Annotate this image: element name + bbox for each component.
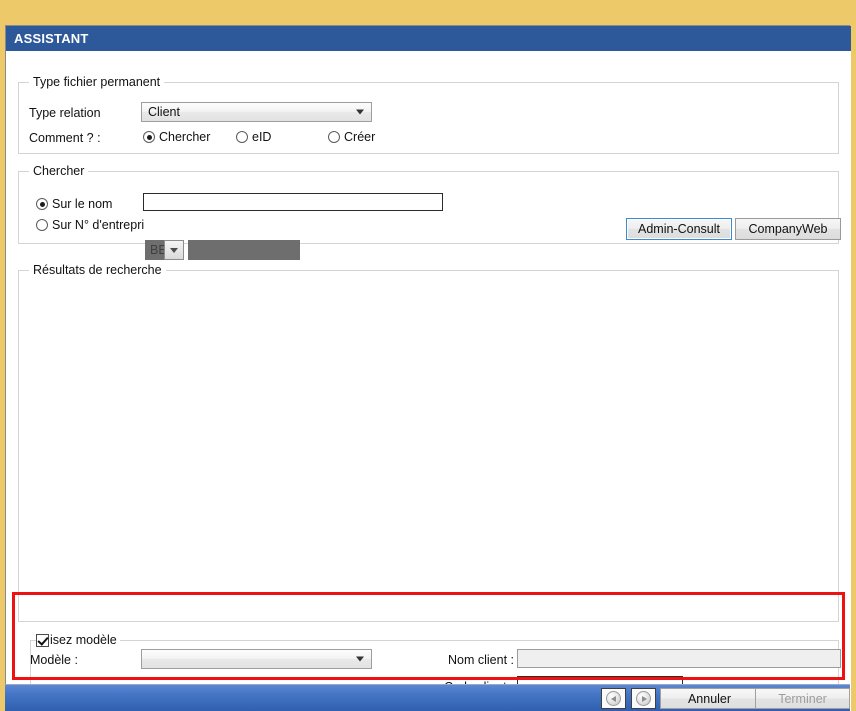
radio-indicator xyxy=(328,131,340,143)
admin-consult-label: Admin-Consult xyxy=(638,222,720,236)
wizard-content: Type fichier permanent Type relation Cli… xyxy=(6,51,851,711)
finish-label: Terminer xyxy=(778,691,827,706)
arrow-right-circle-icon xyxy=(636,691,651,706)
wizard-window: ASSISTANT Type fichier permanent Type re… xyxy=(5,25,851,711)
country-prefix-dropdown-button[interactable] xyxy=(164,240,184,260)
radio-chercher[interactable]: Chercher xyxy=(143,130,210,144)
radio-eid[interactable]: eID xyxy=(236,130,271,144)
admin-consult-button[interactable]: Admin-Consult xyxy=(626,218,732,240)
companyweb-button[interactable]: CompanyWeb xyxy=(735,218,841,240)
label-modele: Modèle : xyxy=(30,653,78,667)
radio-eid-label: eID xyxy=(252,130,272,144)
group-legend-chercher: Chercher xyxy=(29,164,89,178)
finish-button[interactable]: Terminer xyxy=(755,688,850,709)
back-button[interactable] xyxy=(601,688,626,709)
page-title: ASSISTANT xyxy=(14,31,89,46)
company-number-input[interactable] xyxy=(188,240,300,260)
cancel-button[interactable]: Annuler xyxy=(660,688,759,709)
template-combobox[interactable] xyxy=(141,649,372,669)
forward-button[interactable] xyxy=(631,688,656,709)
radio-sur-le-nom[interactable]: Sur le nom xyxy=(36,197,112,211)
client-name-input[interactable] xyxy=(517,649,841,668)
cancel-label: Annuler xyxy=(687,691,732,706)
checkbox-indicator xyxy=(36,633,49,647)
use-template-checkbox[interactable]: isez modèle xyxy=(36,633,120,647)
group-legend-type-fichier: Type fichier permanent xyxy=(29,75,165,89)
radio-indicator xyxy=(36,219,48,231)
window-title-bar: ASSISTANT xyxy=(6,26,851,51)
chevron-down-icon xyxy=(356,109,364,115)
results-list[interactable] xyxy=(19,271,838,621)
radio-indicator xyxy=(143,131,155,143)
chevron-down-icon xyxy=(170,247,178,253)
chevron-down-icon xyxy=(356,656,364,662)
use-template-label: isez modèle xyxy=(50,633,117,647)
search-name-input[interactable] xyxy=(143,193,443,211)
radio-sur-numero-entreprise[interactable]: Sur N° d'entrepri xyxy=(36,218,144,232)
companyweb-label: CompanyWeb xyxy=(748,222,828,236)
arrow-left-circle-icon xyxy=(606,691,621,706)
label-type-relation: Type relation xyxy=(29,106,101,120)
radio-creer[interactable]: Créer xyxy=(328,130,375,144)
radio-sur-numero-label: Sur N° d'entrepri xyxy=(52,218,145,232)
group-resultats-de-recherche: Résultats de recherche xyxy=(18,263,839,622)
label-comment: Comment ? : xyxy=(29,131,101,145)
type-relation-combobox[interactable]: Client xyxy=(141,102,372,122)
radio-creer-label: Créer xyxy=(344,130,376,144)
wizard-footer-bar: Annuler Terminer xyxy=(5,684,850,711)
radio-sur-le-nom-label: Sur le nom xyxy=(52,197,113,211)
label-nom-client: Nom client : xyxy=(448,653,514,667)
radio-chercher-label: Chercher xyxy=(159,130,211,144)
type-relation-value: Client xyxy=(148,105,180,119)
radio-indicator xyxy=(36,198,48,210)
radio-indicator xyxy=(236,131,248,143)
